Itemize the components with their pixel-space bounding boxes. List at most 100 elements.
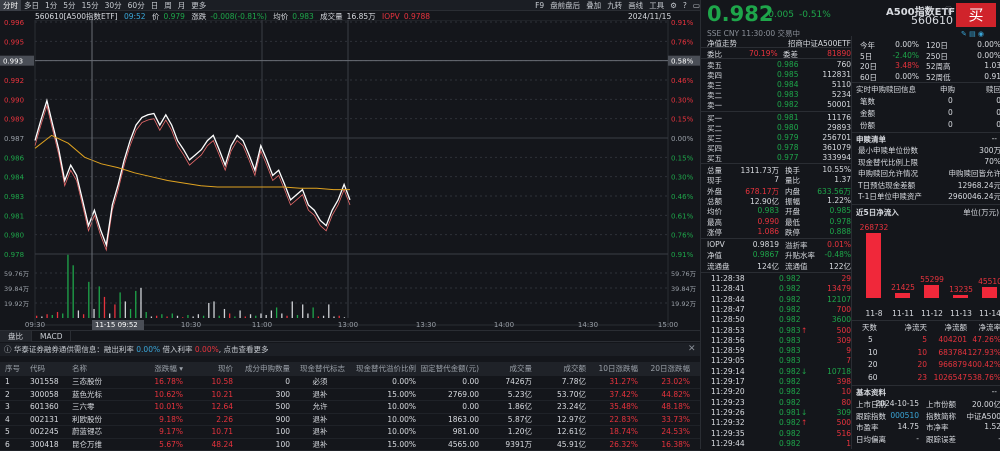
table-cell: 601360 <box>30 401 59 414</box>
creation-value: 0 <box>948 96 953 105</box>
trade-volume: 500 <box>837 418 851 427</box>
period-tab[interactable]: 分时 <box>0 0 21 11</box>
inflow-value: 45510 <box>974 277 1000 286</box>
flow-cell: 966879 <box>938 360 967 369</box>
column-header: 涨跌幅 ▾ <box>154 362 183 376</box>
volume-bar <box>239 310 240 318</box>
volume-bar <box>219 316 220 318</box>
volume-bar <box>73 265 74 318</box>
basic-label: 跟踪误差 <box>926 434 956 445</box>
buy-button[interactable]: 买 <box>956 3 996 27</box>
table-row[interactable]: 4002131利欧股份9.18%2.26900退补10.00%1863.005.… <box>0 414 700 427</box>
quote-panel: 0.982 -0.005 -0.51% A500指数ETF ⓘ 560610 买… <box>700 0 1000 449</box>
table-cell: 0.00 <box>462 401 479 414</box>
tool-button[interactable]: F9 <box>535 1 544 10</box>
stat-value: 0.9819 <box>753 240 779 249</box>
inflow-bar <box>866 233 881 298</box>
constituents-table: 序号代码名称涨跌幅 ▾现价成分申购数量现金替代标志现金替代溢价比例固定替代金额(… <box>0 362 700 451</box>
ask-volume: 112831 <box>822 70 851 79</box>
volume-bar <box>177 316 178 318</box>
table-row[interactable]: 6300418昆仑万维5.67%48.24100退补15.00%4565.009… <box>0 439 700 451</box>
basket-more[interactable]: -- <box>992 134 997 143</box>
volume-bar <box>78 310 79 318</box>
table-cell: 5 <box>5 426 10 439</box>
table-cell: 0 <box>285 376 290 389</box>
pct-tick-label: 0.46% <box>671 77 694 85</box>
table-cell: 300418 <box>30 439 59 451</box>
notice-more-link[interactable]: 点击查看更多 <box>224 345 269 354</box>
stat-value: 124亿 <box>757 261 779 272</box>
bid-price: 0.977 <box>777 153 798 162</box>
close-icon[interactable]: ✕ <box>688 344 696 354</box>
inflow-date: 11-13 <box>945 309 977 318</box>
margin-notice[interactable]: ⓘ 华泰证券融券通供需信息：融出利率 0.00% 借入利率 0.00%, 点击查… <box>0 343 700 356</box>
period-tab[interactable]: 5分 <box>60 0 78 11</box>
table-row[interactable]: 1301558三态股份16.78%10.580必须0.00%0.007426万7… <box>0 376 700 389</box>
order-diff: 81890 <box>827 49 851 58</box>
basic-more[interactable]: -- <box>992 387 997 396</box>
period-tab[interactable]: 15分 <box>79 0 102 11</box>
volume-bar <box>151 316 152 318</box>
volume-bar <box>125 301 126 318</box>
period-tab[interactable]: 多日 <box>21 0 42 11</box>
stat-value: 0.888 <box>830 227 851 236</box>
table-row[interactable]: 5002245蔚蓝锂芯9.17%10.71100退补10.00%981.001.… <box>0 426 700 439</box>
trade-price: 0.982 <box>779 439 800 448</box>
tool-button[interactable]: 九转 <box>607 1 622 10</box>
vol-tick-label: 19.92万 <box>4 300 30 308</box>
trade-price: 0.982 <box>779 429 800 438</box>
trade-time: 11:29:05 <box>711 356 745 365</box>
volume-bar <box>156 316 157 318</box>
table-row[interactable]: 3601360三六零10.01%12.64500允许10.00%0.001.86… <box>0 401 700 414</box>
table-cell: 1.86亿 <box>508 401 532 414</box>
flow-cell: 47.26% <box>972 335 1000 344</box>
period-tab[interactable]: 日 <box>148 0 162 11</box>
period-tab[interactable]: 1分 <box>42 0 60 11</box>
period-tab[interactable]: 更多 <box>188 0 209 11</box>
period-tab[interactable]: 月 <box>175 0 189 11</box>
trade-price: 0.982 <box>779 305 800 314</box>
window-icon[interactable]: ▭ <box>693 1 700 10</box>
intraday-chart[interactable]: 0.9960.91%0.9950.76%0.9930.61%0.9920.46%… <box>0 20 700 330</box>
period-tab[interactable]: 30分 <box>102 0 125 11</box>
stat-value: 1.37 <box>834 175 851 184</box>
column-header: 成交量 <box>510 362 533 376</box>
volume-bar <box>245 316 246 318</box>
table-cell: 100 <box>276 439 290 451</box>
basic-label: 市净率 <box>926 422 949 433</box>
perf-label: 今年 <box>860 40 875 51</box>
settings-icon[interactable]: ⚙ <box>670 1 677 10</box>
volume-bar <box>307 313 308 318</box>
ask-price: 0.986 <box>777 60 798 69</box>
notice-rate-in: 0.00% <box>195 345 219 354</box>
period-tab[interactable]: 60分 <box>125 0 148 11</box>
column-header: 代码 <box>30 362 45 376</box>
trade-price: 0.982 <box>779 274 800 283</box>
stat-value: 1.086 <box>758 227 779 236</box>
tool-button[interactable]: 叠加 <box>586 1 601 10</box>
stat-value: 10.55% <box>822 165 851 174</box>
arrow-up-icon: ↑ <box>801 418 807 427</box>
flow-cell: 683784 <box>938 348 967 357</box>
creation-col: 赎回 <box>986 84 1000 95</box>
x-tick-label: 15:00 <box>658 321 678 329</box>
cursor-pct: 0.58% <box>671 58 694 66</box>
bid-price: 0.981 <box>777 113 798 122</box>
table-cell: 10.01% <box>154 401 183 414</box>
table-cell: 2769.00 <box>448 389 479 402</box>
flow-cell: 5 <box>868 335 873 344</box>
trade-price: 0.982 <box>779 284 800 293</box>
creation-label: 份额 <box>860 120 875 131</box>
tool-button[interactable]: 盘前盘后 <box>550 1 580 10</box>
table-cell: 002131 <box>30 414 59 427</box>
arrow-up-icon: ↑ <box>801 326 807 335</box>
table-row[interactable]: 2300058蓝色光标10.62%10.21300退补15.00%2769.00… <box>0 389 700 402</box>
tab-macd[interactable]: MACD <box>32 331 71 342</box>
period-tab[interactable]: 周 <box>161 0 175 11</box>
help-icon[interactable]: ? <box>683 1 687 10</box>
flow-cell: 5 <box>922 335 927 344</box>
tab-panbi[interactable]: 盘比 <box>0 331 32 342</box>
tool-button[interactable]: 画线 <box>628 1 643 10</box>
tool-button[interactable]: 工具 <box>649 1 664 10</box>
creation-col: 申购 <box>940 84 955 95</box>
